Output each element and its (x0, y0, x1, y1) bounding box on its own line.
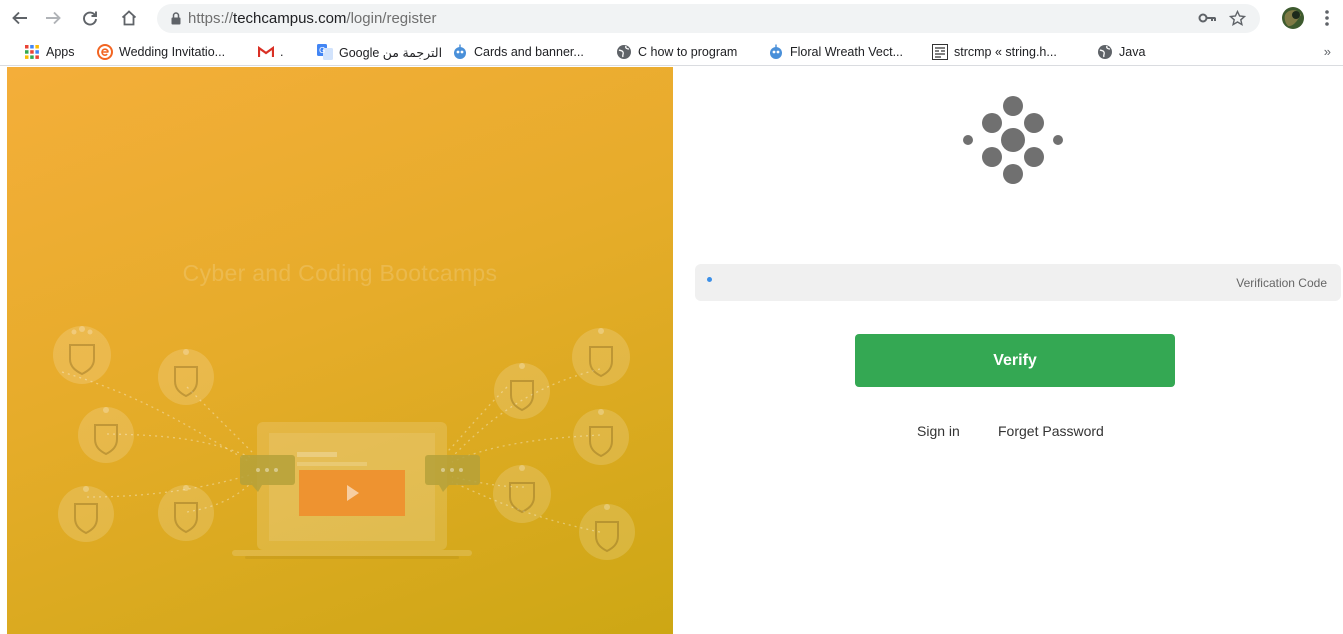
e-logo-icon (97, 44, 113, 60)
browser-toolbar: https://techcampus.com/login/register (0, 0, 1343, 38)
google-translate-icon: G (317, 44, 333, 60)
forward-button[interactable] (39, 4, 67, 32)
forget-password-link[interactable]: Forget Password (998, 423, 1104, 439)
svg-text:G: G (319, 46, 325, 55)
arrow-right-icon (46, 11, 61, 25)
verification-code-field[interactable] (695, 264, 1341, 301)
bookmark-label: Wedding Invitatio... (119, 45, 226, 59)
bookmark-label: Cards and banner... (474, 45, 584, 59)
bookmarks-overflow-button[interactable]: » (1324, 44, 1331, 59)
home-button[interactable] (115, 4, 143, 32)
reload-icon (83, 11, 97, 26)
profile-avatar[interactable] (1279, 4, 1307, 32)
bookmark-label: C how to program (638, 45, 738, 59)
arrow-left-icon (12, 11, 27, 25)
lock-icon (171, 12, 181, 25)
bookmark-strcmp[interactable]: strcmp « string.h... (932, 43, 1057, 61)
back-button[interactable] (6, 4, 34, 32)
address-bar[interactable]: https://techcampus.com/login/register (157, 4, 1260, 33)
input-dot-indicator (707, 277, 712, 282)
gmail-icon (258, 44, 274, 60)
bookmark-translate[interactable]: G Google الترجمة من (317, 43, 442, 61)
verification-panel: Verify Sign in Forget Password (673, 67, 1343, 634)
globe-icon (616, 44, 632, 60)
bookmark-wedding[interactable]: Wedding Invitatio... (97, 43, 225, 61)
star-icon[interactable] (1229, 10, 1246, 27)
bookmark-label: . (280, 45, 284, 59)
bookmark-label: strcmp « string.h... (954, 45, 1057, 59)
verify-button[interactable]: Verify (855, 334, 1175, 387)
laptop-illustration (232, 422, 472, 559)
avatar-icon (1282, 7, 1304, 29)
apps-grid-icon (24, 44, 40, 60)
techcampus-logo-icon (963, 96, 1063, 184)
bootcamp-illustration (53, 326, 635, 560)
globe-icon (1097, 44, 1113, 60)
bookmark-label: Java (1119, 45, 1146, 59)
robot-icon (452, 44, 468, 60)
bookmark-apps[interactable]: Apps (24, 43, 75, 61)
key-icon[interactable] (1198, 12, 1218, 24)
menu-button[interactable] (1313, 4, 1341, 32)
verification-code-input[interactable] (719, 264, 1335, 301)
bookmark-cards[interactable]: Cards and banner... (452, 43, 584, 61)
kebab-menu-icon (1325, 10, 1329, 26)
bookmark-floral[interactable]: Floral Wreath Vect... (768, 43, 903, 61)
robot-icon (768, 44, 784, 60)
bookmark-label: Google الترجمة من (339, 45, 443, 60)
url-host: techcampus.com (233, 10, 347, 27)
url-path: /login/register (346, 10, 437, 27)
hero-panel: Cyber and Coding Bootcamps (7, 67, 673, 634)
bookmark-label: Apps (46, 45, 75, 59)
bookmark-label: Floral Wreath Vect... (790, 45, 904, 59)
bookmark-gmail[interactable]: . (258, 43, 283, 61)
url-protocol: https:// (188, 10, 234, 27)
bookmarks-bar: Apps Wedding Invitatio... . G Google الت… (0, 38, 1343, 66)
doc-icon (932, 44, 948, 60)
bookmark-java[interactable]: Java (1097, 43, 1145, 61)
url-text: https://techcampus.com/login/register (188, 10, 436, 27)
sign-in-link[interactable]: Sign in (917, 423, 960, 439)
home-icon (121, 10, 137, 26)
reload-button[interactable] (76, 4, 104, 32)
bookmark-c-program[interactable]: C how to program (616, 43, 737, 61)
